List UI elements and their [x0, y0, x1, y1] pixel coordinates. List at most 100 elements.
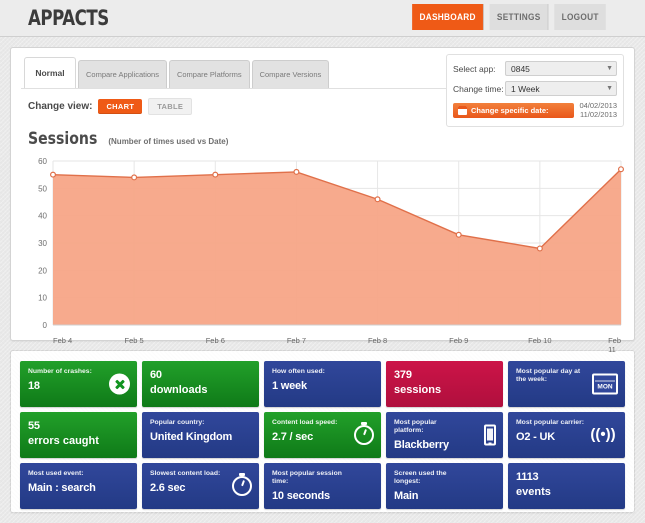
stat-tile-label: How often used: [272, 368, 345, 376]
chart-view-button[interactable]: CHART [98, 99, 142, 114]
stat-tile-label: Slowest content load: [150, 470, 223, 478]
svg-text:60: 60 [38, 157, 47, 166]
chart-x-label: Feb 6 [206, 336, 225, 345]
stat-tile[interactable]: Most popular day at the week:MON [508, 361, 625, 407]
chart-header: Sessions (Number of times used vs Date) [28, 129, 624, 149]
chart-x-label: Feb 10 [528, 336, 551, 345]
nav-item-dashboard[interactable]: DASHBOARD [412, 4, 484, 30]
stat-tile-value: Main [394, 490, 495, 502]
stat-tile-label: Most popular carrier: [516, 419, 589, 427]
stat-tile[interactable]: Popular country: United Kingdom [142, 412, 259, 458]
change-time-dropdown[interactable]: 1 Week ▼ [505, 81, 617, 96]
stat-tile-label: Most popular platform: [394, 419, 467, 435]
svg-text:0: 0 [43, 321, 48, 330]
table-view-button[interactable]: TABLE [148, 98, 192, 115]
select-app-row: Select app: 0845 ▼ [453, 61, 617, 76]
change-specific-date-button[interactable]: Change specific date: [453, 103, 574, 118]
stats-panel: Number of crashes:18 60 downloads How often… [10, 350, 635, 513]
stat-tile[interactable]: 60 downloads [142, 361, 259, 407]
tab-compare-versions[interactable]: Compare Versions [252, 60, 330, 88]
sessions-area-chart: 0102030405060 [27, 155, 627, 333]
chart-x-label: Feb 7 [287, 336, 306, 345]
chart-x-label: Feb 4 [53, 336, 72, 345]
calendar-mon-icon: MON [592, 374, 618, 395]
signal-waves-icon: ((•)) [588, 426, 618, 444]
stat-tile[interactable]: 379 sessions [386, 361, 503, 407]
nav-item-logout[interactable]: LOGOUT [554, 4, 606, 30]
chart-x-label: Feb 8 [368, 336, 387, 345]
stat-tile-value-unit: sessions [394, 384, 495, 396]
select-app-value: 0845 [511, 64, 530, 74]
change-time-row: Change time: 1 Week ▼ [453, 81, 617, 96]
tab-compare-platforms[interactable]: Compare Platforms [169, 60, 250, 88]
stat-tile-value: 60 [150, 369, 251, 381]
stat-tile[interactable]: Most used event:Main : search [20, 463, 137, 509]
stopwatch-icon [354, 425, 374, 445]
stat-tile-value-unit: errors caught [28, 435, 129, 447]
stat-tile-label: Most popular day at the week: [516, 368, 589, 384]
stat-tiles: Number of crashes:18 60 downloads How often… [19, 359, 626, 511]
chart-x-axis-labels: Feb 4Feb 5Feb 6Feb 7Feb 8Feb 9Feb 10Feb … [27, 336, 618, 348]
stat-tile[interactable]: Screen used the longest: Main [386, 463, 503, 509]
stat-tile[interactable]: Most popular session time: 10 seconds [264, 463, 381, 509]
stat-tile-value: 55 [28, 420, 129, 432]
select-app-dropdown[interactable]: 0845 ▼ [505, 61, 617, 76]
signal-icon: ((•)) [588, 426, 618, 444]
phone-icon [484, 425, 496, 446]
svg-text:50: 50 [38, 184, 47, 193]
app-header: APPACTS DASHBOARD SETTINGS LOGOUT [0, 0, 645, 37]
stat-tile-value: Blackberry [394, 439, 495, 451]
date-from: 04/02/2013 [579, 101, 617, 110]
x-mark-icon [109, 374, 130, 395]
change-specific-date-label: Change specific date: [471, 106, 549, 115]
stat-tile-label: Number of crashes: [28, 368, 101, 376]
date-range-text: 04/02/2013 11/02/2013 [579, 101, 617, 119]
stat-tile-value: 1113 [516, 471, 617, 483]
change-view-label: Change view: [28, 101, 92, 112]
app-logo: APPACTS [28, 6, 109, 30]
stat-tile-label: Screen used the longest: [394, 470, 467, 486]
stat-tile-label: Popular country: [150, 419, 223, 427]
stat-tile-value: 10 seconds [272, 490, 373, 502]
stat-tile[interactable]: How often used: 1 week [264, 361, 381, 407]
stat-tile[interactable]: Number of crashes:18 [20, 361, 137, 407]
main-nav: DASHBOARD SETTINGS LOGOUT [409, 4, 608, 30]
dashboard-panel: Normal Compare Applications Compare Plat… [10, 47, 635, 341]
chart-x-label: Feb 11 [608, 336, 621, 354]
stat-tile-value-unit: downloads [150, 384, 251, 396]
calendar-icon [458, 106, 467, 115]
crash-x-icon [109, 374, 130, 395]
stopwatch-icon [354, 425, 374, 445]
stat-tile-row: 55 errors caught Popular country: United Ki… [20, 412, 625, 458]
stat-tile-value: United Kingdom [150, 431, 251, 443]
stat-tile-row: Number of crashes:18 60 downloads How often… [20, 361, 625, 407]
chart-x-label: Feb 5 [125, 336, 144, 345]
calendar-day-icon: MON [592, 374, 618, 395]
stat-tile-label: Most popular session time: [272, 470, 345, 486]
stopwatch-icon [232, 476, 252, 496]
stat-tile[interactable]: Most popular carrier:O2 - UK((•)) [508, 412, 625, 458]
chevron-down-icon: ▼ [606, 85, 613, 92]
stat-tile-value: 1 week [272, 380, 373, 392]
stat-tile[interactable]: Slowest content load:2.6 sec [142, 463, 259, 509]
mobile-phone-icon [484, 425, 496, 446]
stat-tile[interactable]: Most popular platform: Blackberry [386, 412, 503, 458]
tab-normal[interactable]: Normal [24, 57, 76, 88]
nav-item-settings[interactable]: SETTINGS [490, 4, 549, 30]
stat-tile-label: Most used event: [28, 470, 101, 478]
svg-text:40: 40 [38, 212, 47, 221]
chart-x-label: Feb 9 [449, 336, 468, 345]
svg-text:30: 30 [38, 239, 47, 248]
svg-text:10: 10 [38, 294, 47, 303]
stat-tile[interactable]: Content load speed:2.7 / sec [264, 412, 381, 458]
stat-tile-value: 379 [394, 369, 495, 381]
change-time-value: 1 Week [511, 84, 540, 94]
chart-title: Sessions [28, 129, 97, 149]
select-app-label: Select app: [453, 64, 505, 74]
stat-tile[interactable]: 1113 events [508, 463, 625, 509]
stat-tile-value-unit: events [516, 486, 617, 498]
stat-tile[interactable]: 55 errors caught [20, 412, 137, 458]
stopwatch-icon [232, 476, 252, 496]
stat-tile-label: Content load speed: [272, 419, 345, 427]
tab-compare-applications[interactable]: Compare Applications [78, 60, 167, 88]
